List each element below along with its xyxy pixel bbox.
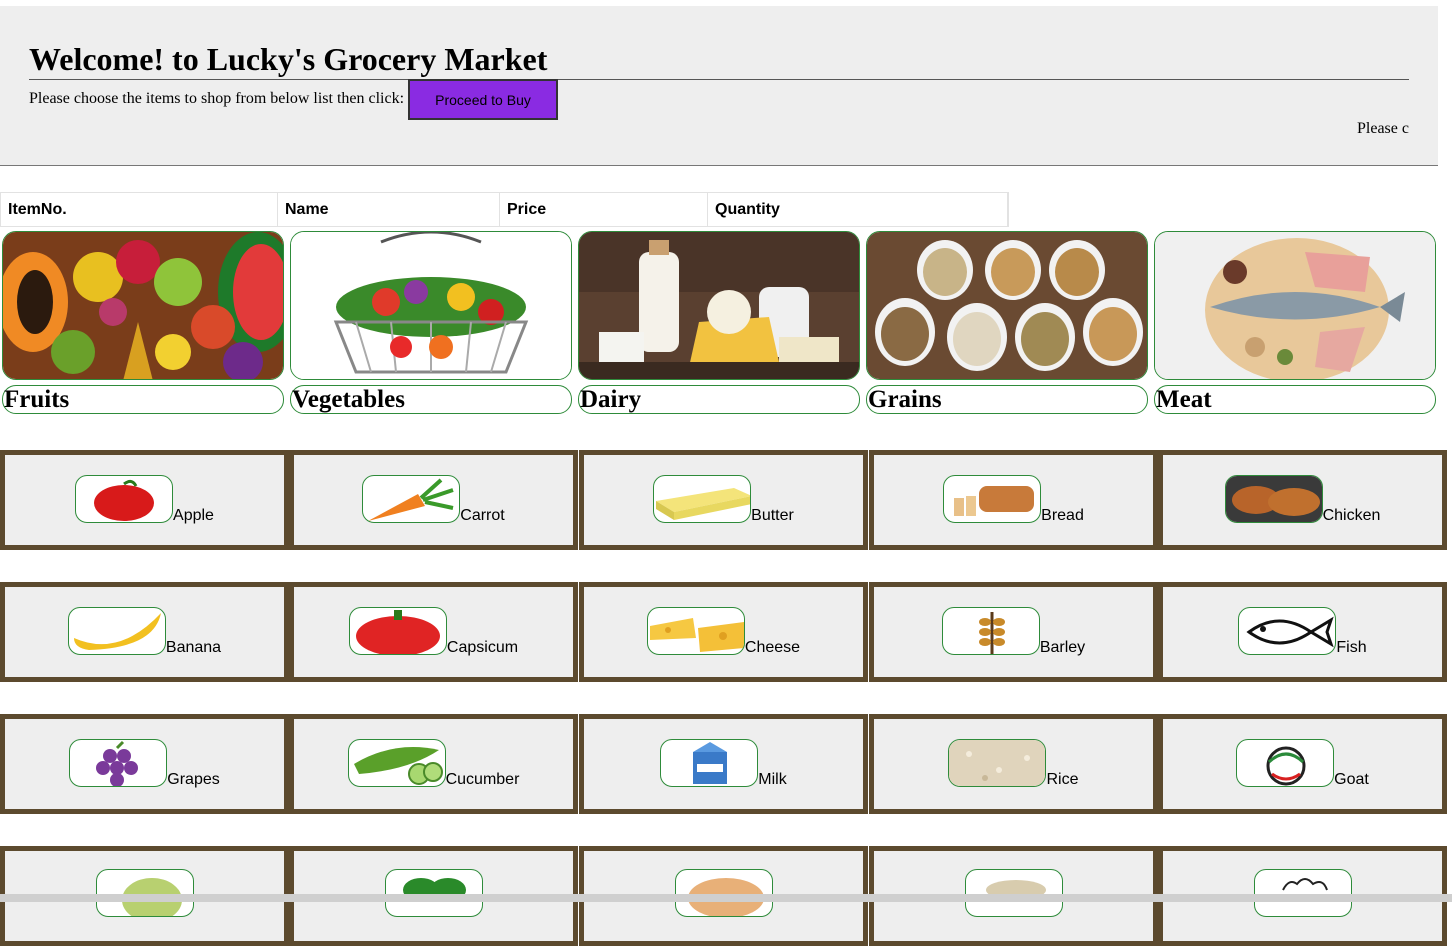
column-header-itemno: ItemNo. <box>1 193 278 226</box>
instruction-text: Please choose the items to shop from bel… <box>29 90 405 107</box>
page-title: Welcome! to Lucky's Grocery Market <box>29 39 1409 80</box>
category-label-meat: Meat <box>1154 385 1436 414</box>
milk-icon[interactable] <box>660 739 759 787</box>
item-name: Apple <box>173 507 214 524</box>
capsicum-icon[interactable] <box>348 607 447 655</box>
cucumber-icon[interactable] <box>347 739 446 787</box>
item-name: Barley <box>1039 639 1086 656</box>
column-header-quantity: Quantity <box>708 193 1008 226</box>
item-name: Cheese <box>744 639 801 656</box>
spinach-icon[interactable] <box>384 869 483 917</box>
item-name: Grapes <box>167 771 220 788</box>
category-label-dairy: Dairy <box>578 385 860 414</box>
item-name: Capsicum <box>446 639 519 656</box>
scrolling-notice: Please c <box>1357 120 1409 137</box>
rice-icon[interactable] <box>948 739 1047 787</box>
item-name: Rice <box>1046 771 1079 788</box>
item-name: Goat <box>1334 771 1369 788</box>
oats-icon[interactable] <box>964 869 1063 917</box>
carrot-icon[interactable] <box>362 475 461 523</box>
item-tile-butter[interactable]: Butter <box>579 450 868 550</box>
grapes-icon[interactable] <box>69 739 168 787</box>
butter-icon[interactable] <box>653 475 752 523</box>
cart-table-header: ItemNo. Name Price Quantity <box>0 192 1009 227</box>
chicken-icon[interactable] <box>1224 475 1323 523</box>
item-tile-carrot[interactable]: Carrot <box>289 450 578 550</box>
vegetable-basket-photo[interactable] <box>290 231 572 380</box>
item-tile-rice[interactable]: Rice <box>869 714 1158 814</box>
grains-photo[interactable] <box>866 231 1148 380</box>
column-header-name: Name <box>278 193 500 226</box>
banana-icon[interactable] <box>67 607 166 655</box>
item-tile-milk[interactable]: Milk <box>579 714 868 814</box>
category-card-meat[interactable]: Meat <box>1154 231 1436 414</box>
barley-icon[interactable] <box>941 607 1040 655</box>
sheep-icon[interactable] <box>1253 869 1352 917</box>
category-card-fruits[interactable]: Fruits <box>2 231 284 414</box>
dairy-photo[interactable] <box>578 231 860 380</box>
item-name: Butter <box>751 507 794 524</box>
apple-icon[interactable] <box>75 475 174 523</box>
item-tile-grapes[interactable]: Grapes <box>0 714 289 814</box>
category-label-fruits: Fruits <box>2 385 284 414</box>
proceed-to-buy-button[interactable]: Proceed to Buy <box>408 79 558 120</box>
goat-icon[interactable] <box>1236 739 1335 787</box>
item-name: Chicken <box>1322 507 1381 524</box>
item-tile-banana[interactable]: Banana <box>0 582 289 682</box>
category-card-grains[interactable]: Grains <box>866 231 1148 414</box>
fruits-photo[interactable] <box>2 231 284 380</box>
item-tile-cucumber[interactable]: Cucumber <box>289 714 578 814</box>
item-tile-goat[interactable]: Goat <box>1158 714 1447 814</box>
item-tile-apple[interactable]: Apple <box>0 450 289 550</box>
item-name: Milk <box>758 771 787 788</box>
pear-icon[interactable] <box>95 869 194 917</box>
item-tile-chicken[interactable]: Chicken <box>1158 450 1447 550</box>
item-tile-cheese[interactable]: Cheese <box>579 582 868 682</box>
fish-icon[interactable] <box>1238 607 1337 655</box>
column-header-price: Price <box>500 193 708 226</box>
category-card-dairy[interactable]: Dairy <box>578 231 860 414</box>
item-tile-capsicum[interactable]: Capsicum <box>289 582 578 682</box>
cheese-icon[interactable] <box>646 607 745 655</box>
item-name: Cucumber <box>445 771 520 788</box>
horizontal-scrollbar[interactable] <box>0 894 1452 902</box>
item-tile-fish[interactable]: Fish <box>1158 582 1447 682</box>
item-name: Fish <box>1336 639 1367 656</box>
category-label-grains: Grains <box>866 385 1148 414</box>
bread-icon[interactable] <box>943 475 1042 523</box>
item-name: Bread <box>1041 507 1084 524</box>
page-header: Welcome! to Lucky's Grocery Market Pleas… <box>0 6 1438 166</box>
category-label-vegetables: Vegetables <box>290 385 572 414</box>
item-tile-bread[interactable]: Bread <box>869 450 1158 550</box>
item-name: Banana <box>165 639 222 656</box>
yogurt-icon[interactable] <box>674 869 773 917</box>
meat-photo[interactable] <box>1154 231 1436 380</box>
item-name: Carrot <box>460 507 505 524</box>
category-card-vegetables[interactable]: Vegetables <box>290 231 572 414</box>
item-tile-barley[interactable]: Barley <box>869 582 1158 682</box>
